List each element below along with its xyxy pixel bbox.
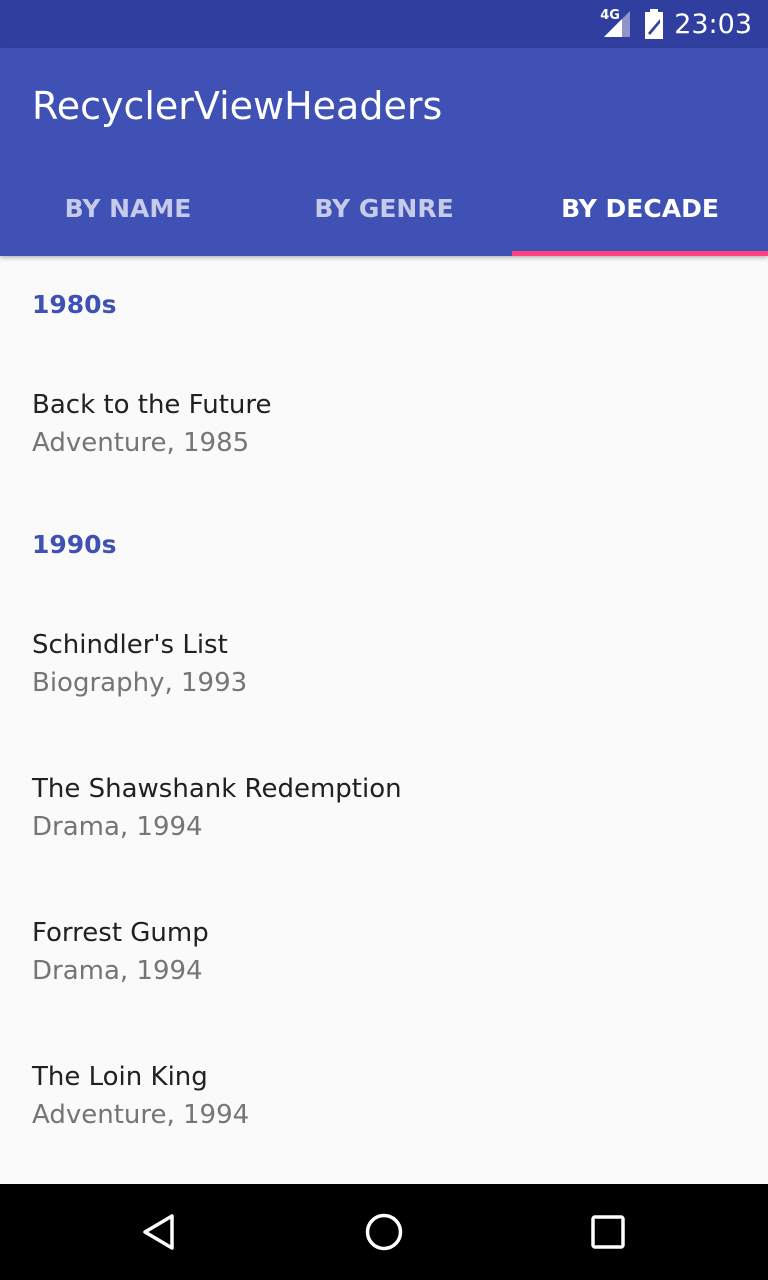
movie-title: The Loin King (32, 1062, 208, 1092)
movie-subtitle: Drama, 1994 (32, 956, 203, 986)
list-item[interactable]: Schindler's List Biography, 1993 (0, 592, 768, 736)
movie-subtitle: Biography, 1993 (32, 668, 248, 698)
signal-icon: 4G (598, 8, 634, 39)
list-item[interactable]: The Shawshank Redemption Drama, 1994 (0, 736, 768, 880)
home-icon (365, 1213, 403, 1251)
navigation-bar (0, 1184, 768, 1280)
status-bar: 4G 23:03 (0, 0, 768, 48)
movie-title: Forrest Gump (32, 918, 209, 948)
movie-list[interactable]: 1980s Back to the Future Adventure, 1985… (0, 256, 768, 1184)
list-item[interactable]: Forrest Gump Drama, 1994 (0, 880, 768, 1024)
app-title: RecyclerViewHeaders (32, 84, 443, 128)
movie-subtitle: Drama, 1994 (32, 812, 203, 842)
battery-icon (644, 9, 664, 39)
status-clock: 23:03 (674, 8, 752, 40)
recents-icon (591, 1215, 625, 1249)
app-bar: RecyclerViewHeaders BY NAME BY GENRE BY … (0, 48, 768, 256)
back-button[interactable] (112, 1184, 208, 1280)
movie-subtitle: Adventure, 1985 (32, 428, 250, 458)
recents-button[interactable] (560, 1184, 656, 1280)
tab-by-name[interactable]: BY NAME (0, 160, 256, 256)
back-icon (143, 1214, 174, 1250)
list-item[interactable]: The Loin King Adventure, 1994 (0, 1024, 768, 1168)
section-header-1980s: 1980s (32, 289, 117, 319)
network-type-label: 4G (600, 8, 620, 23)
movie-title: Schindler's List (32, 630, 228, 660)
movie-title: The Shawshank Redemption (32, 774, 402, 804)
section-header-1990s: 1990s (32, 529, 117, 559)
tab-bar: BY NAME BY GENRE BY DECADE (0, 160, 768, 256)
movie-subtitle: Adventure, 1994 (32, 1100, 250, 1130)
movie-title: Back to the Future (32, 390, 272, 420)
status-icons: 4G 23:03 (598, 0, 752, 48)
tab-by-decade[interactable]: BY DECADE (512, 160, 768, 256)
list-item[interactable]: Back to the Future Adventure, 1985 (0, 352, 768, 496)
tab-by-genre[interactable]: BY GENRE (256, 160, 512, 256)
home-button[interactable] (336, 1184, 432, 1280)
